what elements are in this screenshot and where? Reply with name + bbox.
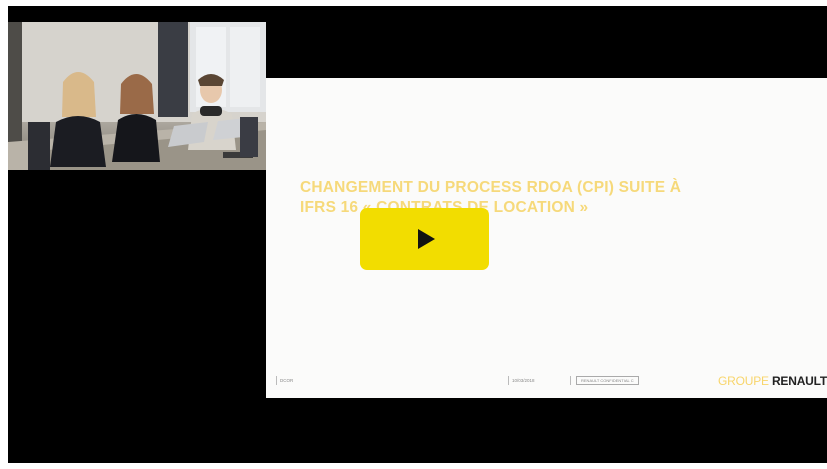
brand-name: RENAULT (771, 374, 827, 388)
webcam-people-image (8, 22, 266, 170)
footer-divider (276, 376, 277, 385)
webcam-feed (8, 22, 266, 170)
slide-footer: DCOR 10/03/2018 RENAULT CONFIDENTIAL C G… (266, 372, 827, 392)
slide-title-line-1: CHANGEMENT DU PROCESS RDOA (CPI) SUITE À (300, 179, 682, 196)
footer-date: 10/03/2018 (512, 378, 535, 383)
footer-confidentiality: RENAULT CONFIDENTIAL C (576, 376, 639, 385)
footer-department: DCOR (280, 378, 294, 383)
footer-divider (508, 376, 509, 385)
groupe-renault-logo: GROUPE RENAULT (718, 374, 827, 388)
play-icon (418, 229, 435, 249)
brand-prefix: GROUPE (718, 374, 769, 388)
presentation-slide: CHANGEMENT DU PROCESS RDOA (CPI) SUITE À… (266, 78, 827, 398)
play-button[interactable] (360, 208, 489, 270)
footer-divider (570, 376, 571, 385)
